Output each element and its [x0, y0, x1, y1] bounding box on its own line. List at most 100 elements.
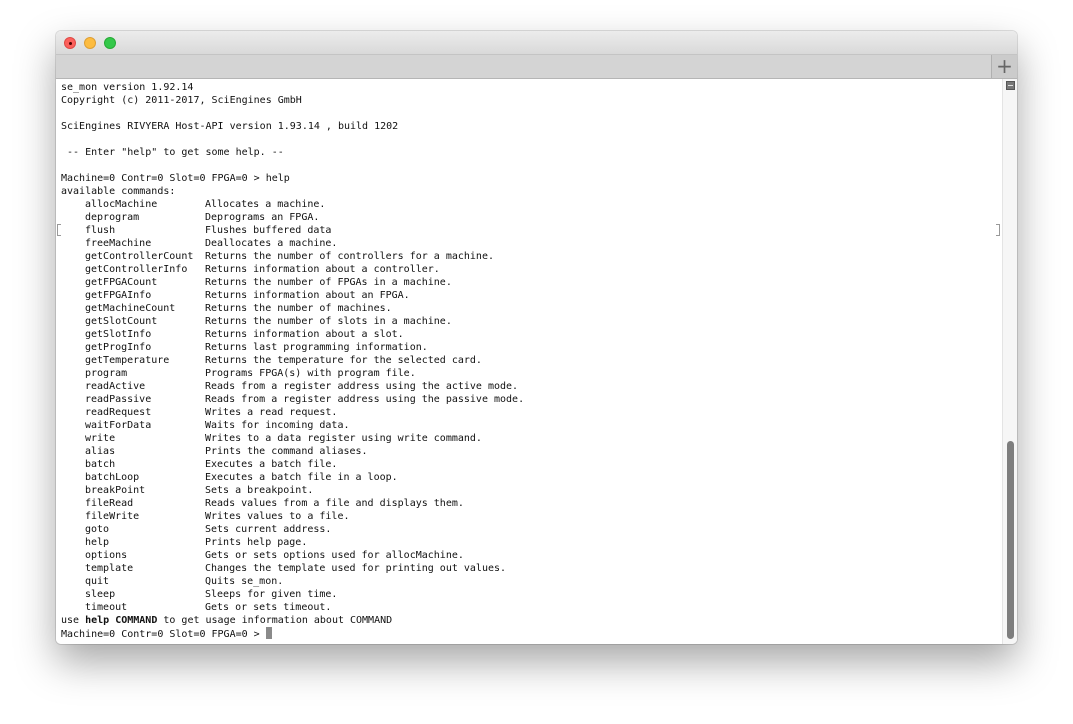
- command-description: Changes the template used for printing o…: [205, 563, 507, 574]
- command-name: readPassive: [85, 394, 152, 405]
- command-description: Returns the number of controllers for a …: [205, 251, 494, 262]
- close-button[interactable]: [64, 37, 76, 49]
- command-description: Returns last programming information.: [205, 342, 428, 353]
- command-description: Returns information about a controller.: [205, 264, 440, 275]
- command-description: Gets or sets options used for allocMachi…: [205, 550, 464, 561]
- command-name: getTemperature: [85, 355, 170, 366]
- command-row: getControllerCount Returns the number of …: [61, 250, 524, 263]
- command-name: getFPGAInfo: [85, 290, 152, 301]
- scrollbar-thumb[interactable]: [1007, 441, 1014, 639]
- command-name: getControllerInfo: [85, 264, 188, 275]
- terminal-content[interactable]: se_mon version 1.92.14 Copyright (c) 2011…: [56, 79, 1002, 644]
- command-description: Sleeps for given time.: [205, 589, 338, 600]
- command-row: alias Prints the command aliases.: [61, 445, 524, 458]
- entered-command: help: [265, 173, 290, 184]
- command-name: fileRead: [85, 498, 134, 509]
- command-name: sleep: [85, 589, 116, 600]
- command-description: Returns the number of slots in a machine…: [205, 316, 452, 327]
- command-name: goto: [85, 524, 110, 535]
- usage-line: use help COMMAND to get usage informatio…: [61, 614, 524, 627]
- command-name: getMachineCount: [85, 303, 176, 314]
- command-row: batch Executes a batch file.: [61, 458, 524, 471]
- prompt-text: Machine=0 Contr=0 Slot=0 FPGA=0 >: [61, 629, 266, 640]
- command-row: allocMachine Allocates a machine.: [61, 198, 524, 211]
- command-name: options: [85, 550, 128, 561]
- command-row: freeMachine Deallocates a machine.: [61, 237, 524, 250]
- command-name: getControllerCount: [85, 251, 194, 262]
- plus-icon: +: [996, 54, 1013, 78]
- command-row: template Changes the template used for pr…: [61, 562, 524, 575]
- command-row: getSlotCount Returns the number of slots …: [61, 315, 524, 328]
- header-line: se_mon version 1.92.14: [61, 82, 194, 93]
- zoom-button[interactable]: [104, 37, 116, 49]
- command-name: allocMachine: [85, 199, 158, 210]
- command-name: program: [85, 368, 128, 379]
- command-description: Reads values from a file and displays th…: [205, 498, 464, 509]
- command-description: Gets or sets timeout.: [205, 602, 332, 613]
- header-line: -- Enter "help" to get some help. --: [61, 147, 284, 158]
- usage-text: to get usage information about COMMAND: [157, 615, 393, 626]
- vertical-scrollbar[interactable]: [1002, 79, 1017, 644]
- command-row: fileRead Reads values from a file and dis…: [61, 497, 524, 510]
- command-name: getProgInfo: [85, 342, 152, 353]
- command-name: freeMachine: [85, 238, 152, 249]
- command-row: deprogram Deprograms an FPGA.: [61, 211, 524, 224]
- command-description: Sets current address.: [205, 524, 332, 535]
- terminal-output[interactable]: se_mon version 1.92.14 Copyright (c) 2011…: [61, 81, 524, 640]
- new-tab-button[interactable]: +: [991, 55, 1017, 78]
- command-description: Executes a batch file in a loop.: [205, 472, 398, 483]
- header-line: Copyright (c) 2011-2017, SciEngines GmbH: [61, 95, 302, 106]
- text-cursor: [265, 627, 272, 639]
- command-description: Returns the number of machines.: [205, 303, 392, 314]
- command-description: Sets a breakpoint.: [205, 485, 314, 496]
- command-row: getMachineCount Returns the number of mac…: [61, 302, 524, 315]
- command-name: readRequest: [85, 407, 152, 418]
- command-description: Returns information about an FPGA.: [205, 290, 410, 301]
- usage-keyword: help COMMAND: [85, 615, 158, 626]
- command-name: deprogram: [85, 212, 140, 223]
- command-description: Deprograms an FPGA.: [205, 212, 320, 223]
- command-description: Prints the command aliases.: [205, 446, 368, 457]
- header-line: [61, 107, 524, 120]
- command-description: Prints help page.: [205, 537, 308, 548]
- command-description: Returns the temperature for the selected…: [205, 355, 482, 366]
- minimize-button[interactable]: [84, 37, 96, 49]
- command-name: getFPGACount: [85, 277, 158, 288]
- command-name: batch: [85, 459, 116, 470]
- tab-bar: +: [56, 55, 1017, 79]
- usage-text: use: [61, 615, 86, 626]
- command-row: readPassive Reads from a register address…: [61, 393, 524, 406]
- command-row: breakPoint Sets a breakpoint.: [61, 484, 524, 497]
- command-description: Writes to a data register using write co…: [205, 433, 482, 444]
- terminal-window: + se_mon version 1.92.14 Copyright (c) 20…: [56, 31, 1017, 644]
- command-description: Deallocates a machine.: [205, 238, 338, 249]
- command-description: Reads from a register address using the …: [205, 394, 525, 405]
- command-row: timeout Gets or sets timeout.: [61, 601, 524, 614]
- prompt-mark-right: [996, 224, 1000, 236]
- command-row: program Programs FPGA(s) with program fil…: [61, 367, 524, 380]
- command-row: getFPGAInfo Returns information about an …: [61, 289, 524, 302]
- command-description: Reads from a register address using the …: [205, 381, 519, 392]
- command-description: Quits se_mon.: [205, 576, 284, 587]
- command-name: quit: [85, 576, 110, 587]
- command-row: quit Quits se_mon.: [61, 575, 524, 588]
- command-description: Returns information about a slot.: [205, 329, 404, 340]
- command-row: getControllerInfo Returns information abo…: [61, 263, 524, 276]
- command-name: waitForData: [85, 420, 152, 431]
- command-description: Waits for incoming data.: [205, 420, 350, 431]
- command-description: Flushes buffered data: [205, 225, 332, 236]
- command-row: write Writes to a data register using wri…: [61, 432, 524, 445]
- command-row: readActive Reads from a register address …: [61, 380, 524, 393]
- command-description: Programs FPGA(s) with program file.: [205, 368, 416, 379]
- split-pane-icon[interactable]: [1006, 81, 1015, 90]
- command-row: fileWrite Writes values to a file.: [61, 510, 524, 523]
- command-row: getSlotInfo Returns information about a s…: [61, 328, 524, 341]
- command-description: Executes a batch file.: [205, 459, 338, 470]
- command-row: getProgInfo Returns last programming info…: [61, 341, 524, 354]
- command-name: readActive: [85, 381, 146, 392]
- header-line: SciEngines RIVYERA Host-API version 1.93…: [61, 121, 399, 132]
- current-prompt-line: Machine=0 Contr=0 Slot=0 FPGA=0 >: [61, 627, 524, 640]
- command-name: help: [85, 537, 110, 548]
- command-row: getFPGACount Returns the number of FPGAs …: [61, 276, 524, 289]
- title-bar[interactable]: [56, 31, 1017, 55]
